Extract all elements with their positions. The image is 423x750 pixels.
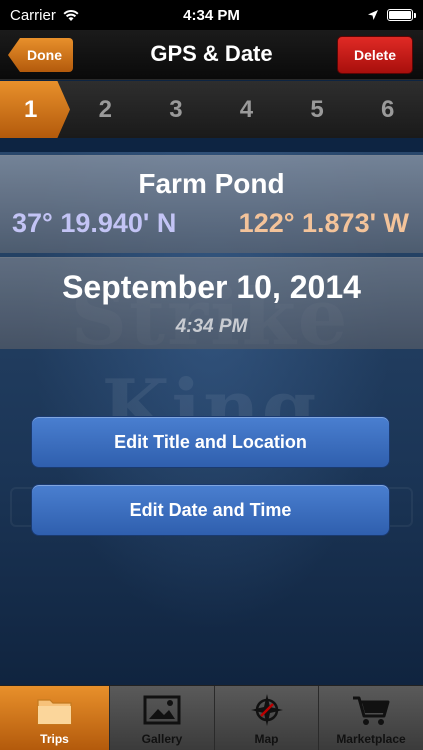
step-1[interactable]: 1	[0, 81, 70, 138]
tab-marketplace-label: Marketplace	[336, 732, 406, 746]
trip-time: 4:34 PM	[175, 316, 248, 337]
step-6[interactable]: 6	[352, 81, 423, 138]
step-4[interactable]: 4	[211, 81, 282, 138]
tab-bar: Trips Gallery Map Marketplace	[0, 685, 423, 750]
longitude-value: 122° 1.873' W	[238, 208, 409, 238]
tab-gallery-label: Gallery	[141, 732, 183, 746]
shopping-cart-icon	[353, 696, 390, 725]
edit-date-time-button[interactable]: Edit Date and Time	[31, 484, 390, 536]
trip-date: September 10, 2014	[62, 269, 361, 305]
tab-gallery[interactable]: Gallery	[110, 686, 215, 750]
tab-map-label: Map	[254, 732, 279, 746]
step-5[interactable]: 5	[282, 81, 353, 138]
step-3[interactable]: 3	[141, 81, 212, 138]
battery-icon	[387, 9, 416, 21]
status-bar: Carrier 4:34 PM	[0, 0, 423, 30]
app-screen: Carrier 4:34 PM Done GPS & Date Delete 1…	[0, 0, 423, 750]
folder-icon	[36, 699, 72, 725]
edit-title-location-button[interactable]: Edit Title and Location	[31, 416, 390, 468]
step-indicator: 1 2 3 4 5 6	[0, 81, 423, 138]
date-panel: September 10, 2014 4:34 PM	[0, 257, 423, 349]
navigation-bar: Done GPS & Date Delete	[0, 30, 423, 80]
location-name: Farm Pond	[138, 168, 285, 199]
picture-icon	[143, 695, 181, 725]
tab-map[interactable]: Map	[215, 686, 319, 750]
tab-trips[interactable]: Trips	[0, 686, 110, 750]
step-2[interactable]: 2	[70, 81, 141, 138]
latitude-value: 37° 19.940' N	[12, 208, 177, 238]
status-time: 4:34 PM	[183, 6, 240, 24]
location-panel: Farm Pond 37° 19.940' N 122° 1.873' W	[0, 155, 423, 253]
tab-marketplace[interactable]: Marketplace	[319, 686, 423, 750]
delete-button[interactable]: Delete	[337, 36, 413, 74]
tab-trips-label: Trips	[40, 732, 69, 746]
compass-icon	[250, 694, 283, 726]
